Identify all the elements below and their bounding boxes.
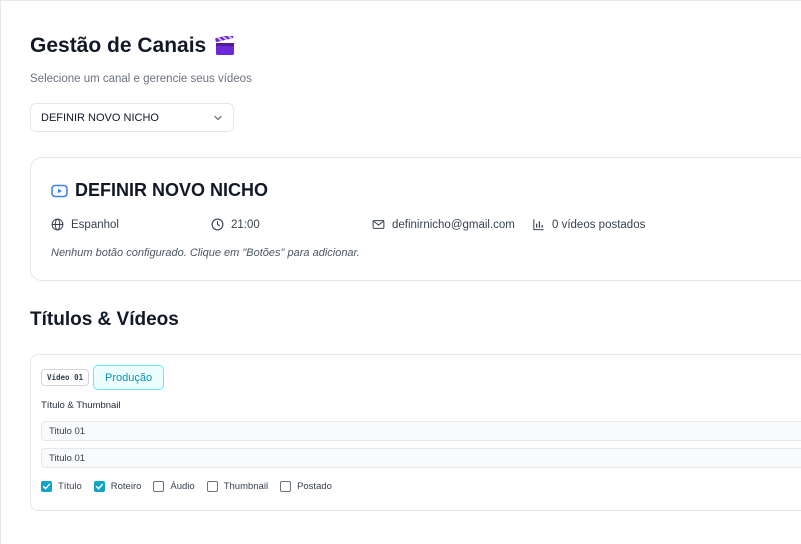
youtube-icon [51,184,68,197]
channel-time: 21:00 [211,218,260,231]
channel-language-text: Espanhol [71,218,119,231]
checklist-item-postado[interactable]: Postado [280,481,332,492]
globe-icon [51,218,64,231]
video-number-badge: Vídeo 01 [41,369,90,386]
channel-videos-posted: 0 vídeos postados [532,218,645,231]
bar-chart-icon [533,219,544,231]
checklist-label-titulo: Título [58,481,82,492]
checklist-item-thumbnail[interactable]: Thumbnail [206,481,269,492]
page: Gestão de Canais Selecione um canal e ge… [0,0,801,544]
channel-time-text: 21:00 [231,218,260,231]
checkbox-roteiro[interactable] [93,481,105,492]
checklist-item-audio[interactable]: Áudio [153,481,195,492]
page-title-text: Gestão de Canais [30,34,207,57]
checklist-label-audio: Áudio [170,481,195,492]
checkbox-audio[interactable] [153,481,165,492]
channel-email-text: definirnicho@gmail.com [392,218,515,231]
checkbox-postado[interactable] [280,481,292,492]
checkbox-titulo[interactable] [41,481,52,492]
check-icon [95,483,103,490]
video-title-input[interactable]: Titulo 01 [41,421,801,441]
video-title-value: Titulo 01 [49,425,86,437]
checkbox-thumbnail[interactable] [206,481,218,492]
channel-name: DEFINIR NOVO NICHO [75,180,269,200]
video-status-badge[interactable]: Produção [93,365,165,390]
channel-card-title: DEFINIR NOVO NICHO [51,180,268,201]
check-icon [42,483,51,490]
empty-buttons-hint: Nenhum botão configurado. Clique em "Bot… [51,247,360,259]
checklist-label-thumbnail: Thumbnail [223,481,269,492]
video-thumbnail-input[interactable]: Titulo 01 [41,448,801,468]
page-title: Gestão de Canais [30,34,236,58]
checklist-label-postado: Postado [297,481,332,492]
clock-icon [211,218,224,231]
channel-select-value: DEFINIR NOVO NICHO [41,111,159,124]
title-thumbnail-label: Título & Thumbnail [41,400,121,411]
videos-section-title: Títulos & Vídeos [30,309,179,330]
checklist-item-titulo[interactable]: Título [41,481,82,492]
video-card: Vídeo 01 Produção Título & Thumbnail Tit… [30,354,801,511]
channel-language: Espanhol [51,218,119,231]
channel-card: DEFINIR NOVO NICHO Espanhol 21:00 defini… [30,157,801,281]
channel-email: definirnicho@gmail.com [372,218,515,231]
video-thumbnail-value: Titulo 01 [49,452,86,464]
channel-select[interactable]: DEFINIR NOVO NICHO [30,103,234,132]
channel-videos-posted-text: 0 vídeos postados [552,218,646,231]
mail-icon [372,220,385,229]
checklist-label-roteiro: Roteiro [110,481,142,492]
checklist-item-roteiro[interactable]: Roteiro [93,481,142,492]
video-checklist: Título Roteiro Áudio Thumbnail Postado [41,481,332,492]
chevron-down-icon [214,115,222,121]
page-subtitle: Selecione um canal e gerencie seus vídeo… [30,73,252,85]
clapperboard-icon [215,36,235,55]
